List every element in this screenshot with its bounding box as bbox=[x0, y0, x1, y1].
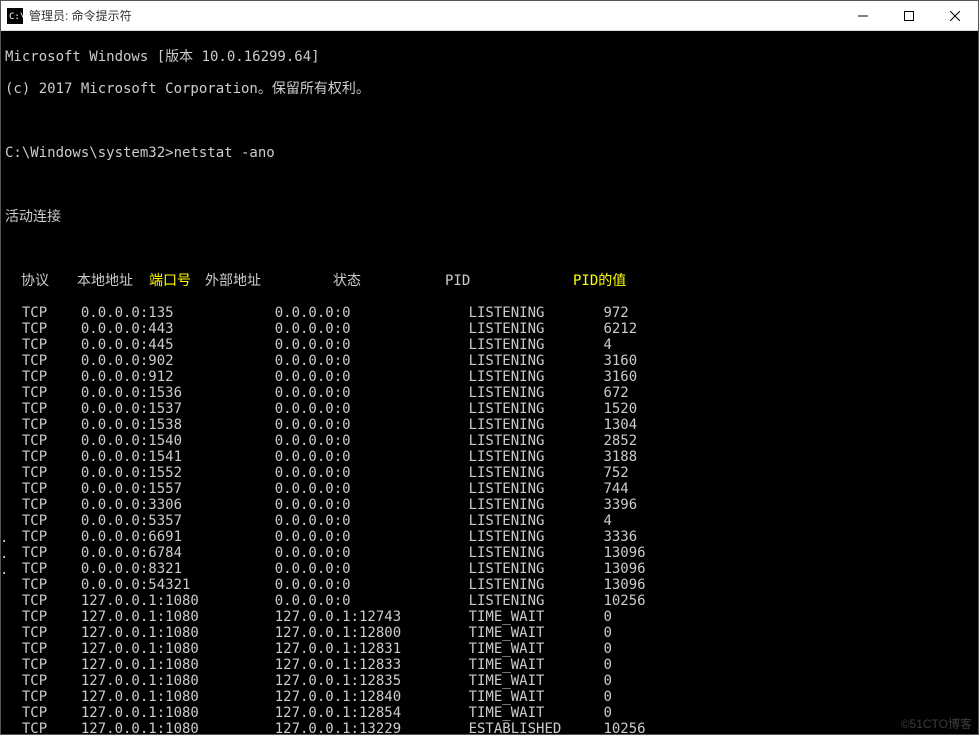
header-foreign: 外部地址 bbox=[205, 273, 333, 289]
table-row: TCP 127.0.0.1:1080 127.0.0.1:12840 TIME_… bbox=[5, 689, 974, 705]
table-row: TCP 127.0.0.1:1080 127.0.0.1:13229 ESTAB… bbox=[5, 721, 974, 734]
table-row: TCP 0.0.0.0:1557 0.0.0.0:0 LISTENING 744 bbox=[5, 481, 974, 497]
table-row: TCP 0.0.0.0:912 0.0.0.0:0 LISTENING 3160 bbox=[5, 369, 974, 385]
prompt: C:\Windows\system32> bbox=[5, 145, 174, 161]
table-row: TCP 0.0.0.0:54321 0.0.0.0:0 LISTENING 13… bbox=[5, 577, 974, 593]
command-prompt-window: C:\ 管理员: 命令提示符 Microsoft Windows [版本 10.… bbox=[0, 0, 979, 735]
header-pid: PID bbox=[445, 273, 573, 289]
table-row: TCP 0.0.0.0:902 0.0.0.0:0 LISTENING 3160 bbox=[5, 353, 974, 369]
table-row: TCP 127.0.0.1:1080 127.0.0.1:12831 TIME_… bbox=[5, 641, 974, 657]
terminal-output[interactable]: Microsoft Windows [版本 10.0.16299.64] (c)… bbox=[1, 31, 978, 734]
banner-line-1: Microsoft Windows [版本 10.0.16299.64] bbox=[5, 49, 974, 65]
command: netstat -ano bbox=[174, 145, 275, 161]
table-row: TCP 0.0.0.0:3306 0.0.0.0:0 LISTENING 339… bbox=[5, 497, 974, 513]
table-row: TCP 0.0.0.0:135 0.0.0.0:0 LISTENING 972 bbox=[5, 305, 974, 321]
blank-line bbox=[5, 177, 974, 193]
close-button[interactable] bbox=[932, 1, 978, 30]
window-controls bbox=[840, 1, 978, 30]
table-row: TCP 127.0.0.1:1080 0.0.0.0:0 LISTENING 1… bbox=[5, 593, 974, 609]
table-row: TCP 0.0.0.0:445 0.0.0.0:0 LISTENING 4 bbox=[5, 337, 974, 353]
netstat-rows: TCP 0.0.0.0:135 0.0.0.0:0 LISTENING 972 … bbox=[5, 305, 974, 734]
banner-line-2: (c) 2017 Microsoft Corporation。保留所有权利。 bbox=[5, 81, 974, 97]
section-title: 活动连接 bbox=[5, 209, 974, 225]
cmd-icon: C:\ bbox=[7, 8, 23, 24]
blank-line bbox=[5, 241, 974, 257]
header-proto: 协议 bbox=[21, 273, 77, 289]
table-row: TCP 127.0.0.1:1080 127.0.0.1:12833 TIME_… bbox=[5, 657, 974, 673]
table-row: TCP 0.0.0.0:6784 0.0.0.0:0 LISTENING 130… bbox=[5, 545, 974, 561]
prompt-line: C:\Windows\system32>netstat -ano bbox=[5, 145, 974, 161]
netstat-header: 协议本地地址端口号外部地址状态PIDPID的值 bbox=[5, 273, 974, 289]
table-row: TCP 0.0.0.0:1540 0.0.0.0:0 LISTENING 285… bbox=[5, 433, 974, 449]
table-row: TCP 0.0.0.0:1541 0.0.0.0:0 LISTENING 318… bbox=[5, 449, 974, 465]
table-row: TCP 127.0.0.1:1080 127.0.0.1:12835 TIME_… bbox=[5, 673, 974, 689]
header-port-label: 端口号 bbox=[149, 273, 205, 289]
titlebar[interactable]: C:\ 管理员: 命令提示符 bbox=[1, 1, 978, 31]
table-row: TCP 0.0.0.0:1552 0.0.0.0:0 LISTENING 752 bbox=[5, 465, 974, 481]
svg-text:C:\: C:\ bbox=[9, 12, 23, 22]
table-row: TCP 0.0.0.0:1538 0.0.0.0:0 LISTENING 130… bbox=[5, 417, 974, 433]
table-row: TCP 0.0.0.0:6691 0.0.0.0:0 LISTENING 333… bbox=[5, 529, 974, 545]
minimize-button[interactable] bbox=[840, 1, 886, 30]
header-state: 状态 bbox=[333, 273, 445, 289]
table-row: TCP 127.0.0.1:1080 127.0.0.1:12743 TIME_… bbox=[5, 609, 974, 625]
blank-line bbox=[5, 113, 974, 129]
table-row: TCP 127.0.0.1:1080 127.0.0.1:12854 TIME_… bbox=[5, 705, 974, 721]
cropped-text-fragment: ... bbox=[0, 530, 8, 578]
window-title: 管理员: 命令提示符 bbox=[29, 7, 840, 24]
header-pid-value: PID的值 bbox=[573, 273, 626, 289]
table-row: TCP 0.0.0.0:5357 0.0.0.0:0 LISTENING 4 bbox=[5, 513, 974, 529]
table-row: TCP 0.0.0.0:443 0.0.0.0:0 LISTENING 6212 bbox=[5, 321, 974, 337]
table-row: TCP 0.0.0.0:8321 0.0.0.0:0 LISTENING 130… bbox=[5, 561, 974, 577]
table-row: TCP 127.0.0.1:1080 127.0.0.1:12800 TIME_… bbox=[5, 625, 974, 641]
header-local: 本地地址 bbox=[77, 273, 149, 289]
table-row: TCP 0.0.0.0:1536 0.0.0.0:0 LISTENING 672 bbox=[5, 385, 974, 401]
table-row: TCP 0.0.0.0:1537 0.0.0.0:0 LISTENING 152… bbox=[5, 401, 974, 417]
maximize-button[interactable] bbox=[886, 1, 932, 30]
